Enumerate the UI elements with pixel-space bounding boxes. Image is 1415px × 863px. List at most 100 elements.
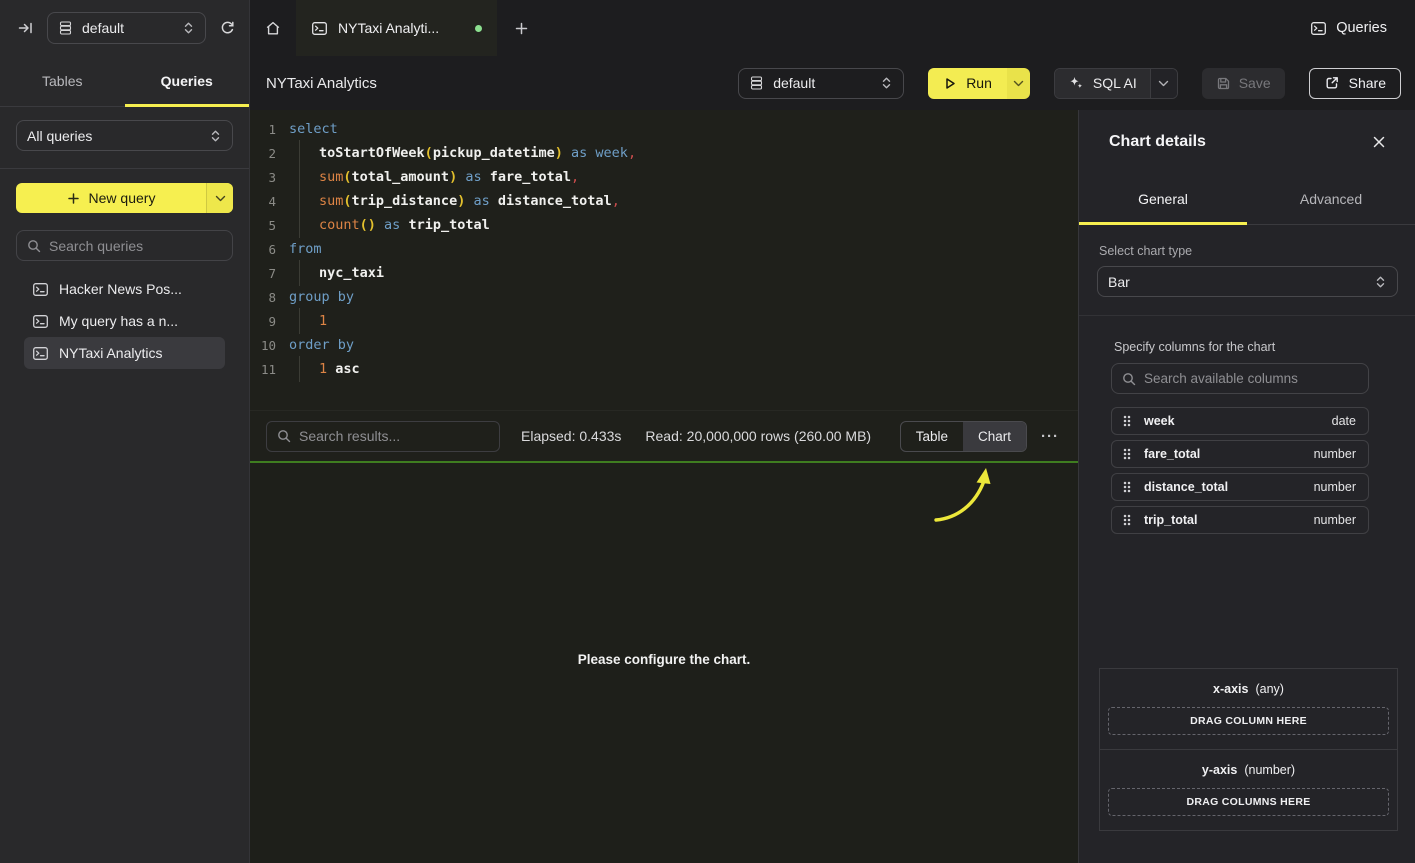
elapsed-time: Elapsed: 0.433s [521,428,621,444]
sidebar-tab-tables[interactable]: Tables [0,56,125,106]
line-code: select [289,121,338,137]
column-pill-distance_total[interactable]: distance_totalnumber [1111,473,1369,501]
query-title: NYTaxi Analytics [266,75,377,92]
tab-title: NYTaxi Analyti... [338,20,465,36]
new-tab-button[interactable] [497,0,546,56]
refresh-icon[interactable] [219,20,236,37]
line-number: 8 [250,290,276,305]
drag-handle-icon [1122,414,1132,428]
terminal-icon [32,282,49,297]
run-options-dropdown[interactable] [1007,68,1030,99]
column-pill-fare_total[interactable]: fare_totalnumber [1111,440,1369,468]
queries-shortcut[interactable]: Queries [1310,20,1415,36]
line-code: from [289,241,322,257]
line-number: 2 [250,146,276,161]
panel-title: Chart details [1109,133,1206,151]
chevron-updown-icon [209,129,222,143]
sidebar-tab-tables-label: Tables [42,73,82,89]
new-query-main[interactable]: New query [16,183,206,213]
y-axis-dropzone[interactable]: DRAG COLUMNS HERE [1108,788,1389,816]
columns-search-box[interactable] [1111,363,1369,394]
x-axis-constraint: (any) [1255,682,1283,696]
column-pill-week[interactable]: weekdate [1111,407,1369,435]
sidebar-query-item[interactable]: My query has a n... [24,305,225,337]
new-query-button[interactable]: New query [16,183,233,213]
close-panel-button[interactable] [1372,135,1386,149]
query-search-box[interactable] [16,230,233,261]
code-line: 2toStartOfWeek(pickup_datetime) as week, [250,141,1078,165]
sidebar-tabs: Tables Queries [0,56,249,107]
results-search-input[interactable] [299,428,489,444]
save-icon [1216,76,1231,91]
y-axis-drop-hint: DRAG COLUMNS HERE [1186,796,1310,808]
run-button[interactable]: Run [928,68,1030,99]
column-name: fare_total [1144,447,1200,461]
panel-divider [1079,315,1415,316]
sql-ai-button[interactable]: SQL AI [1054,68,1178,99]
query-filter-selector[interactable]: All queries [16,120,233,151]
sql-ai-dropdown[interactable] [1150,69,1177,98]
columns-label: Specify columns for the chart [1111,340,1369,354]
x-axis-drop-hint: DRAG COLUMN HERE [1190,715,1307,727]
panel-tab-general-label: General [1138,191,1188,207]
new-query-dropdown[interactable] [206,183,233,213]
chart-type-label: Select chart type [1097,244,1398,258]
plus-icon [67,192,80,205]
drag-handle-icon [1122,447,1132,461]
collapse-sidebar-icon[interactable] [17,20,34,36]
x-axis-header: x-axis (any) [1108,682,1389,696]
column-type: number [1314,480,1356,494]
chevron-down-icon [1158,80,1169,87]
database-icon [58,20,73,36]
terminal-icon [1310,21,1327,36]
search-icon [27,239,41,253]
terminal-icon [311,21,328,36]
tab-nytaxi-analytics[interactable]: NYTaxi Analyti... [296,0,497,56]
panel-tab-general[interactable]: General [1079,173,1247,224]
home-icon [264,20,282,37]
query-header: NYTaxi Analytics default Run [250,56,1415,110]
share-icon [1324,75,1340,91]
results-bar: Elapsed: 0.433s Read: 20,000,000 rows (2… [250,410,1078,461]
sql-ai-main[interactable]: SQL AI [1055,69,1150,98]
x-axis-dropzone[interactable]: DRAG COLUMN HERE [1108,707,1389,735]
chevron-down-icon [1013,80,1024,87]
save-button[interactable]: Save [1202,68,1285,99]
line-code: sum(trip_distance) as distance_total, [289,193,620,209]
code-line: 6from [250,237,1078,261]
columns-search-input[interactable] [1144,371,1358,386]
sidebar-query-item[interactable]: NYTaxi Analytics [24,337,225,369]
code-line: 8 group by [250,285,1078,309]
results-search-box[interactable] [266,421,500,452]
home-button[interactable] [250,0,296,56]
top-bar: default NYTaxi Analyti... [0,0,1415,56]
sidebar-query-item[interactable]: Hacker News Pos... [24,273,225,305]
share-button[interactable]: Share [1309,68,1401,99]
view-toggle: TableChart [900,421,1027,452]
top-bar-left: default [0,0,250,56]
panel-tab-advanced-label: Advanced [1300,191,1362,207]
code-line: 4sum(trip_distance) as distance_total, [250,189,1078,213]
sql-editor[interactable]: 1select2toStartOfWeek(pickup_datetime) a… [250,110,1078,410]
view-toggle-chart[interactable]: Chart [963,422,1026,451]
run-button-main[interactable]: Run [928,68,1007,99]
query-name: NYTaxi Analytics [59,345,162,361]
query-search-input[interactable] [49,238,222,254]
chevron-down-icon [215,195,226,202]
line-number: 10 [250,338,276,353]
chart-type-selector[interactable]: Bar [1097,266,1398,297]
database-selector[interactable]: default [47,12,206,44]
code-line: 111 asc [250,357,1078,381]
panel-header: Chart details [1079,110,1415,173]
line-code: sum(total_amount) as fare_total, [289,169,579,185]
column-pill-trip_total[interactable]: trip_totalnumber [1111,506,1369,534]
share-button-label: Share [1349,75,1386,91]
code-line: 5count() as trip_total [250,213,1078,237]
toolbar-database-selector[interactable]: default [738,68,904,99]
chart-details-panel: Chart details General Advanced Select ch… [1078,110,1415,863]
line-code: group by [289,289,354,305]
more-options-button[interactable]: ··· [1038,428,1062,445]
sidebar-tab-queries[interactable]: Queries [125,56,250,106]
panel-tab-advanced[interactable]: Advanced [1247,173,1415,224]
view-toggle-table[interactable]: Table [901,422,963,451]
